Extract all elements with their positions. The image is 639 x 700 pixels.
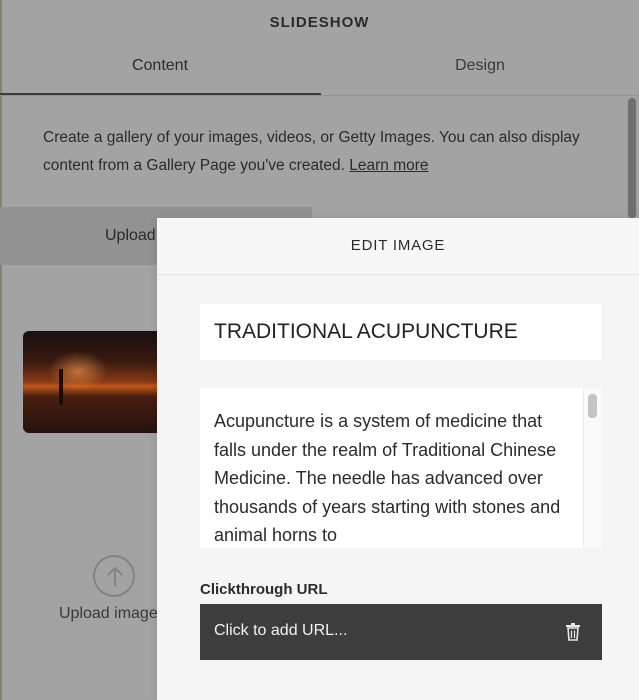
trash-icon[interactable] [566,623,580,641]
upload-button-label: Upload [105,227,156,244]
panel-description: Create a gallery of your images, videos,… [43,124,583,180]
left-edge-strip [0,0,2,700]
image-description-textarea[interactable]: Acupuncture is a system of medicine that… [200,388,602,548]
image-title-input[interactable] [200,304,602,360]
learn-more-link[interactable]: Learn more [349,157,428,174]
slide-thumbnail[interactable] [23,331,163,433]
panel-title: SLIDESHOW [269,14,370,31]
url-placeholder: Click to add URL... [214,622,348,639]
tabs-divider [0,95,639,96]
clickthrough-url-field[interactable]: Click to add URL... [200,604,602,660]
clickthrough-url-label: Clickthrough URL [200,581,328,598]
upload-image-label[interactable]: Upload image [59,605,158,623]
thumbnail-glow [48,351,108,391]
modal-title: EDIT IMAGE [350,237,446,254]
tab-design[interactable]: Design [320,50,639,96]
tab-bar: Content Design [0,50,639,96]
panel-scrollbar-thumb[interactable] [628,98,636,218]
thumbnail-lighthouse [59,369,63,405]
description-scrollbar-thumb[interactable] [588,394,597,418]
edit-image-modal: EDIT IMAGE Acupuncture is a system of me… [157,218,639,700]
image-description-text: Acupuncture is a system of medicine that… [214,411,561,545]
tab-content[interactable]: Content [0,50,320,96]
panel-description-text: Create a gallery of your images, videos,… [43,129,580,174]
upload-arrow-icon[interactable] [93,555,135,597]
modal-header: EDIT IMAGE [157,218,639,275]
